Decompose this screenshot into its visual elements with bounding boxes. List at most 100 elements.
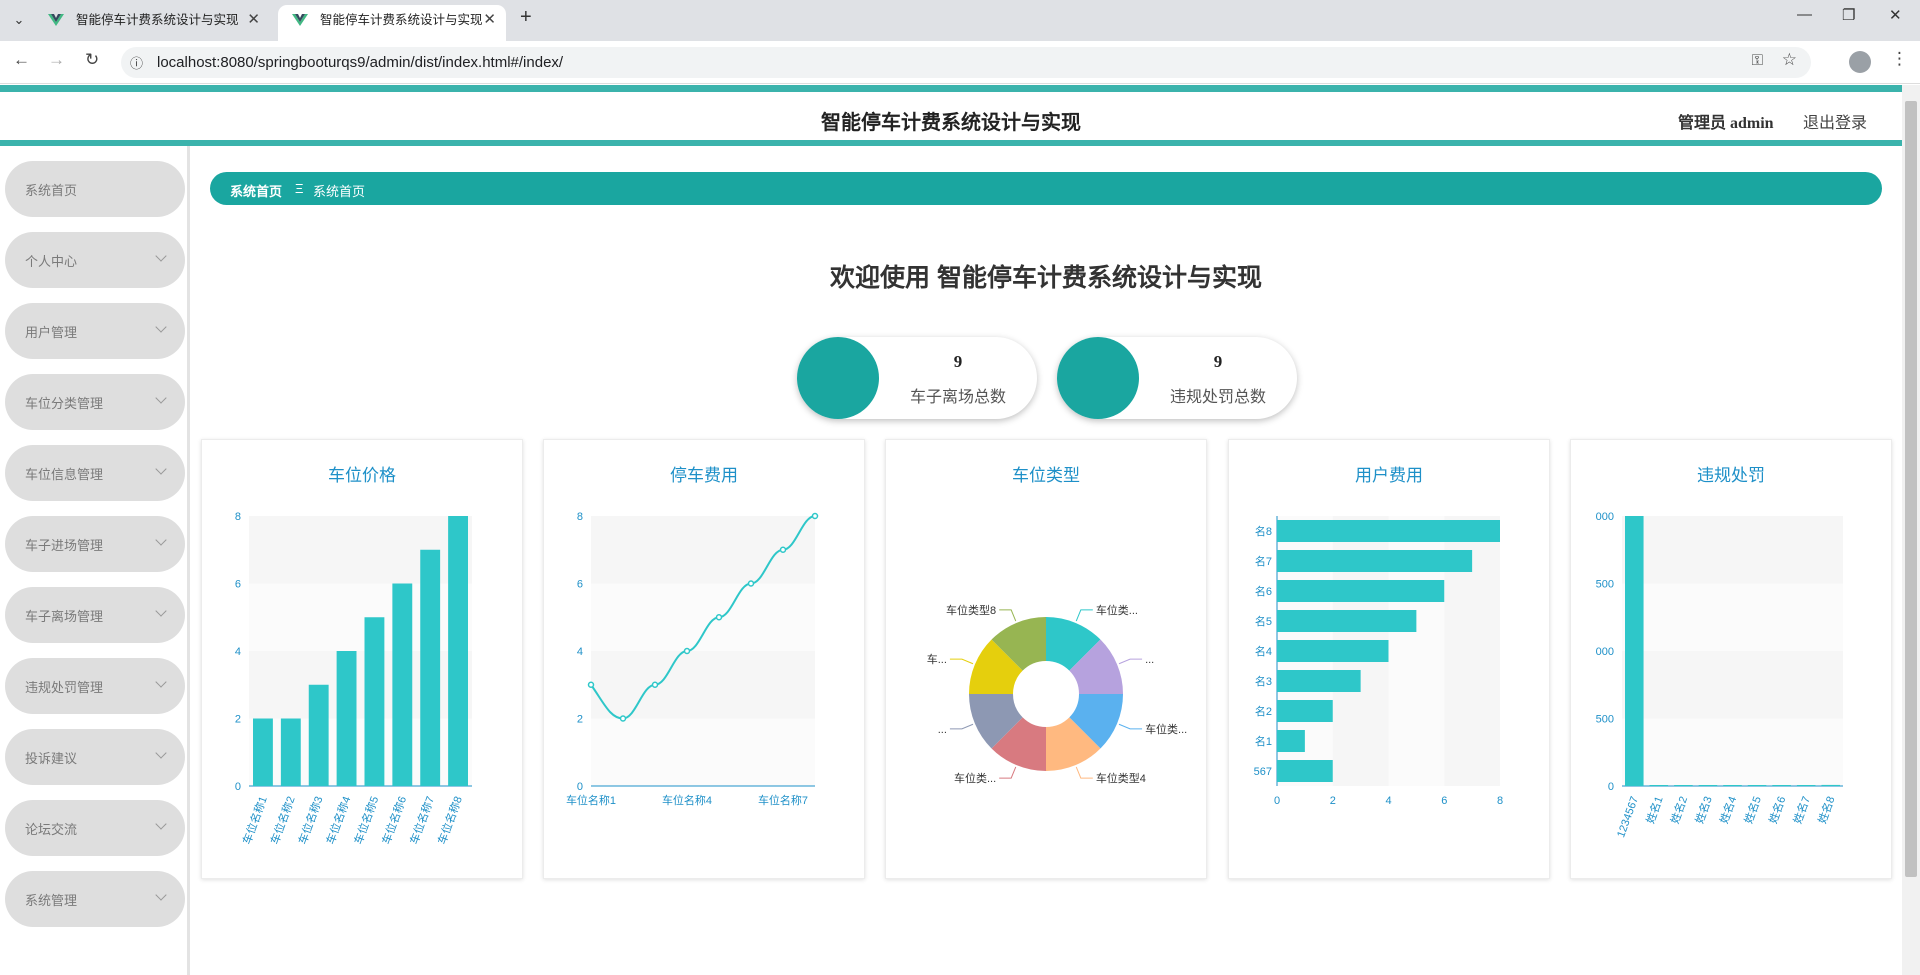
breadcrumb-separator-icon: Ξ	[295, 181, 304, 196]
browser-tab-2[interactable]: 智能停车计费系统设计与实现 ✕	[278, 5, 506, 41]
page-scrollbar[interactable]	[1902, 85, 1920, 975]
sidebar-item-label: 用户管理	[25, 325, 78, 340]
stat-label: 违规处罚总数	[1169, 389, 1266, 406]
bar	[392, 583, 413, 786]
chevron-down-icon	[155, 747, 167, 759]
sidebar-item[interactable]: 系统首页	[5, 161, 185, 217]
app-header: 智能停车计费系统设计与实现 管理员 admin 退出登录	[0, 85, 1902, 146]
split-area	[591, 651, 815, 719]
chevron-down-icon	[155, 605, 167, 617]
y-tick-label: 6	[235, 579, 241, 591]
x-tick-label: 8	[1497, 795, 1503, 807]
bar	[1277, 580, 1445, 602]
breadcrumb-current: 系统首页	[313, 184, 366, 199]
stat-icon-circle	[797, 337, 879, 419]
url-text[interactable]: localhost:8080/springbooturqs9/admin/dis…	[157, 54, 563, 71]
slice-label: 车位类...	[1096, 603, 1138, 617]
new-tab-icon[interactable]: +	[520, 6, 532, 29]
chart-card-space-price: 车位价格 0 2 4 6 8 车位名称1 车位名称2 车位名称3 车位名称4 车位名称5 车位名称6…	[201, 439, 523, 879]
scrollbar-thumb[interactable]	[1905, 101, 1917, 877]
data-point	[779, 546, 787, 553]
x-tick-label: 0	[1274, 795, 1280, 807]
bar	[1277, 700, 1333, 722]
chevron-down-icon	[155, 250, 167, 262]
data-point	[715, 614, 723, 621]
bar	[280, 718, 301, 786]
sidebar-item-label: 车子离场管理	[25, 609, 104, 624]
stat-card-violations: 9 违规处罚总数	[1057, 337, 1297, 419]
bar	[1821, 784, 1840, 786]
x-tick-label: 6	[1441, 795, 1447, 807]
forward-icon[interactable]: →	[48, 50, 65, 70]
y-tick-label: 0	[577, 781, 583, 793]
profile-avatar-icon[interactable]	[1849, 51, 1871, 73]
stat-icon-circle	[1057, 337, 1139, 419]
sidebar-item[interactable]: 用户管理	[5, 303, 185, 359]
tab-close-icon[interactable]: ✕	[483, 5, 496, 35]
sidebar-item[interactable]: 车位信息管理	[5, 445, 185, 501]
slice-label: ...	[1145, 654, 1154, 666]
x-tick-label: 车位名称7	[758, 793, 808, 807]
tab-close-icon[interactable]: ✕	[247, 5, 260, 35]
y-tick-label: 8	[235, 511, 241, 523]
browser-menu-icon[interactable]: ⋮	[1891, 49, 1908, 69]
back-icon[interactable]: ←	[13, 50, 30, 70]
minimize-icon[interactable]: —	[1797, 6, 1812, 23]
sidebar-item-label: 车子进场管理	[25, 538, 104, 553]
bar	[1649, 785, 1669, 786]
x-tick-label: 车位名称7	[407, 794, 437, 846]
password-key-icon[interactable]: ⚿	[1752, 52, 1763, 69]
sidebar-item[interactable]: 车子离场管理	[5, 587, 185, 643]
chevron-down-icon	[155, 321, 167, 333]
vue-favicon-icon	[292, 14, 308, 26]
sidebar-item[interactable]: 车子进场管理	[5, 516, 185, 572]
chart-title: 停车费用	[670, 466, 738, 485]
reload-icon[interactable]: ↻	[85, 50, 99, 70]
x-tick-label: 车位名称6	[379, 794, 409, 846]
label-line	[999, 609, 1017, 622]
split-area	[1622, 583, 1843, 651]
y-tick-label: 名2	[1255, 704, 1272, 718]
label-line	[949, 723, 974, 730]
site-info-icon[interactable]: ⓘ	[130, 53, 143, 72]
bar	[1277, 520, 1500, 542]
split-area	[1622, 651, 1843, 719]
x-tick-label: 姓名1	[1643, 794, 1666, 825]
x-tick-label: 车位名称1	[239, 794, 269, 846]
sidebar-item[interactable]: 车位分类管理	[5, 374, 185, 430]
bookmark-star-icon[interactable]: ☆	[1782, 50, 1797, 70]
sidebar-item[interactable]: 论坛交流	[5, 800, 185, 856]
label-line	[1118, 723, 1143, 730]
breadcrumb: 系统首页 Ξ 系统首页	[210, 172, 1882, 205]
sidebar-item[interactable]: 系统管理	[5, 871, 185, 927]
breadcrumb-home[interactable]: 系统首页	[230, 181, 282, 200]
y-tick-label: 名1	[1255, 734, 1272, 748]
logout-button[interactable]: 退出登录	[1803, 109, 1867, 133]
stat-value: 9	[953, 352, 963, 371]
bar	[1277, 610, 1417, 632]
x-tick-label: 车位名称4	[662, 793, 712, 807]
restore-icon[interactable]: ❐	[1842, 6, 1855, 24]
bar	[1277, 730, 1305, 752]
bar	[1277, 640, 1389, 662]
bar	[336, 651, 357, 786]
y-tick-label: 2	[235, 714, 241, 726]
tab-search-icon[interactable]: ⌄	[6, 8, 32, 32]
label-line	[999, 766, 1017, 779]
address-bar[interactable]: ⓘ localhost:8080/springbooturqs9/admin/d…	[121, 47, 1811, 78]
data-point	[683, 647, 691, 655]
data-point	[811, 512, 819, 520]
label-line	[949, 658, 974, 665]
sidebar-item[interactable]: 投诉建议	[5, 729, 185, 785]
y-tick-label: 名8	[1255, 524, 1272, 538]
x-tick-label: 车位名称5	[351, 794, 381, 846]
bar	[1796, 785, 1816, 786]
browser-tab-1[interactable]: 智能停车计费系统设计与实现 ✕	[34, 5, 270, 41]
sidebar-item[interactable]: 违规处罚管理	[5, 658, 185, 714]
bar	[420, 549, 441, 786]
y-tick-label: 4	[577, 646, 583, 658]
window-close-icon[interactable]: ✕	[1889, 6, 1902, 24]
y-tick-label: 4	[235, 646, 241, 658]
sidebar-item[interactable]: 个人中心	[5, 232, 185, 288]
sidebar-item-label: 违规处罚管理	[25, 680, 104, 695]
